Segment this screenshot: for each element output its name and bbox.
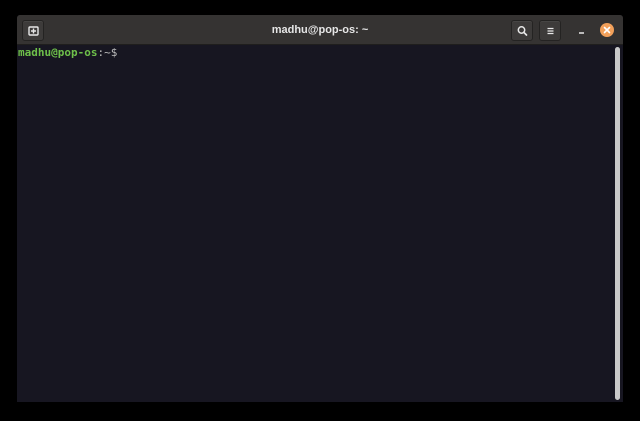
search-icon [517, 26, 528, 36]
terminal-window: madhu@pop-os: ~ madhu@pop-os:~$ [17, 15, 623, 402]
shell-prompt: madhu@pop-os:~$ [18, 46, 613, 59]
minimize-icon [579, 32, 584, 34]
terminal-output[interactable]: madhu@pop-os:~$ [17, 46, 613, 402]
prompt-path: ~ [104, 46, 111, 59]
new-tab-button[interactable] [22, 20, 44, 41]
title-bar[interactable]: madhu@pop-os: ~ [17, 15, 623, 45]
vertical-scrollbar[interactable] [614, 47, 621, 400]
close-button[interactable] [600, 23, 614, 37]
prompt-symbol: $ [110, 46, 118, 59]
close-icon [603, 26, 611, 34]
scrollbar-thumb[interactable] [615, 47, 620, 400]
menu-button[interactable] [539, 20, 561, 41]
prompt-user-host: madhu@pop-os [18, 46, 98, 59]
text-cursor [117, 46, 123, 57]
minimize-button[interactable] [572, 20, 592, 40]
hamburger-menu-icon [547, 27, 554, 35]
search-button[interactable] [511, 20, 533, 41]
new-tab-icon [28, 26, 39, 36]
